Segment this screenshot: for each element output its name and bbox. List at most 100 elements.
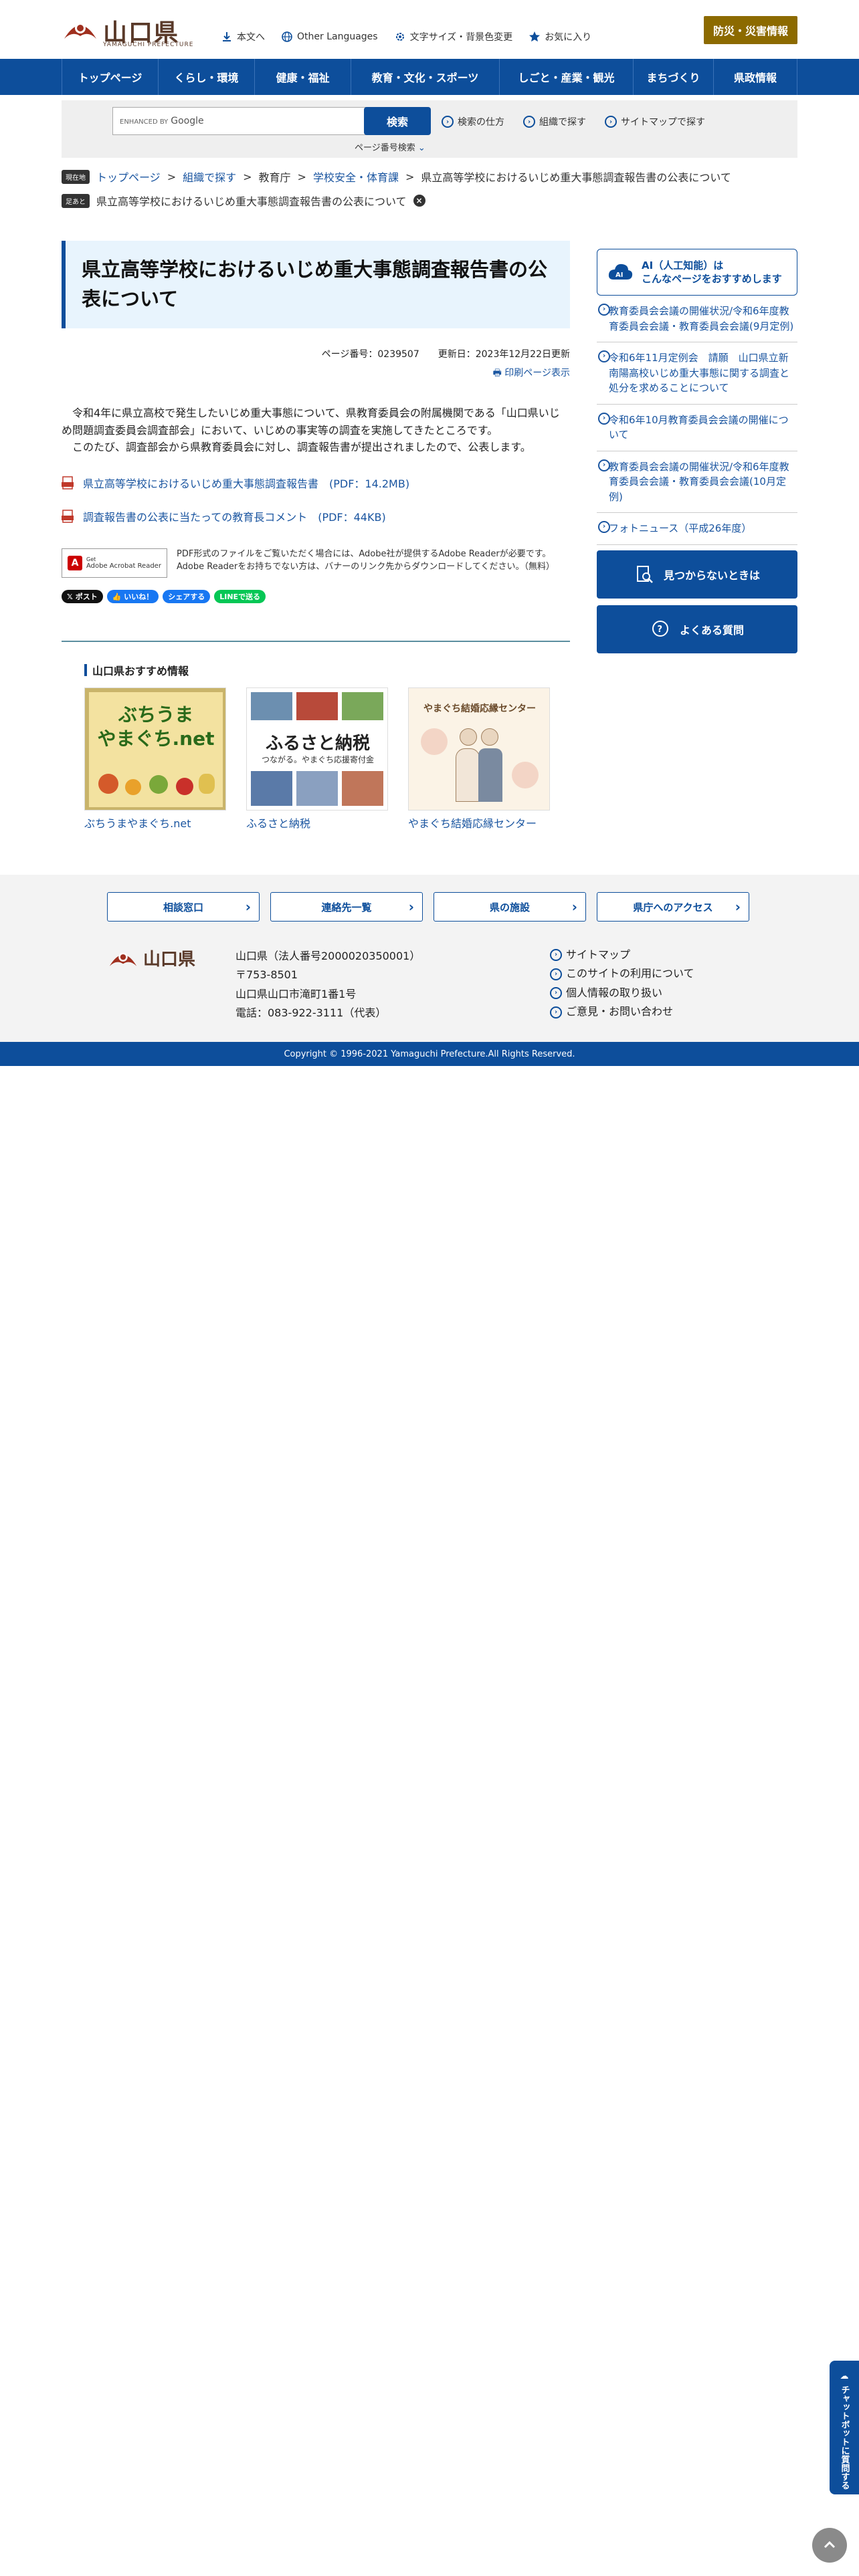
gear-icon	[395, 33, 404, 41]
ai-recommend-item[interactable]: 教育委員会会議の開催状況/令和6年度教育委員会会議・教育委員会会議(9月定例)	[597, 296, 797, 342]
facilities-button[interactable]: 県の施設	[434, 892, 586, 922]
prefecture-emblem-icon	[109, 952, 137, 966]
chatbot-button[interactable]: ☁ チャットボットに質問する	[830, 2361, 859, 2494]
current-location-badge: 現在地	[62, 169, 90, 184]
marriage-center-banner: やまぐち結婚応縁センター	[408, 687, 550, 811]
recommend-item[interactable]: やまぐち結婚応縁センター やまぐち結婚応縁センター	[408, 687, 550, 831]
nav-town[interactable]: まちづくり	[634, 59, 714, 95]
footer-links: › サイトマップ › このサイトの利用について › 個人情報の取り扱い › ご意見・お問…	[550, 946, 694, 1022]
footer-link-terms[interactable]: › このサイトの利用について	[550, 964, 694, 983]
facebook-share-button[interactable]: シェアする	[163, 589, 211, 603]
pdf-link-report[interactable]: 県立高等学校におけるいじめ重大事態調査報告書 (PDF：14.2MB)	[62, 475, 570, 491]
print-label: 印刷ページ表示	[504, 368, 570, 379]
line-send-button[interactable]: LINEで送る	[214, 589, 266, 603]
footer-link-sitemap[interactable]: › サイトマップ	[550, 946, 694, 964]
breadcrumb-edu: 教育庁	[258, 171, 291, 184]
star-icon	[529, 31, 541, 42]
faq-button[interactable]: ? よくある質問	[597, 605, 797, 653]
breadcrumb-current: 県立高等学校におけるいじめ重大事態調査報告書の公表について	[421, 171, 731, 184]
pdf-link-label: 調査報告書の公表に当たっての教育長コメント (PDF：44KB)	[83, 510, 386, 524]
search-by-org-link[interactable]: › 組織で探す	[523, 115, 586, 128]
favorites-label: お気に入り	[545, 32, 592, 43]
access-button[interactable]: 県庁へのアクセス	[597, 892, 749, 922]
chevron-down-icon: ⌄	[417, 143, 425, 153]
pdf-icon	[62, 510, 74, 523]
chevron-right-icon: ›	[550, 987, 562, 1000]
nav-work[interactable]: しごと・産業・観光	[500, 59, 634, 95]
ai-recommend-item[interactable]: 教育委員会会議の開催状況/令和6年度教育委員会会議・教育委員会会議(10月定例)	[597, 451, 797, 513]
nav-education[interactable]: 教育・文化・スポーツ	[351, 59, 500, 95]
contacts-button[interactable]: 連絡先一覧	[270, 892, 423, 922]
adobe-icon: A	[68, 555, 82, 570]
ai-recommend-list: 教育委員会会議の開催状況/令和6年度教育委員会会議・教育委員会会議(9月定例) …	[597, 296, 797, 545]
page-title: 県立高等学校におけるいじめ重大事態調査報告書の公表について	[82, 258, 548, 310]
recommend-heading: 山口県おすすめ情報	[84, 662, 570, 678]
chevron-right-icon: ›	[523, 116, 535, 128]
nav-top[interactable]: トップページ	[62, 59, 159, 95]
nav-living[interactable]: くらし・環境	[159, 59, 255, 95]
facebook-like-button[interactable]: 👍 いいね！	[106, 589, 159, 603]
paragraph: このたび、調査部会から県教育委員会に対し、調査報告書が提出されましたので、公表し…	[62, 441, 531, 454]
ai-recommend-title: AI（人工知能）は こんなページをおすすめします	[642, 259, 782, 285]
ai-recommend-item[interactable]: 令和6年11月定例会 請願 山口県立新南陽高校いじめ重大事態に関する調査と処分を…	[597, 342, 797, 405]
sitemap-search-link[interactable]: › サイトマップで探す	[605, 115, 705, 128]
adobe-reader-banner[interactable]: A Get Adobe Acrobat Reader	[62, 548, 167, 578]
footer-link-contact[interactable]: › ご意見・お問い合わせ	[550, 1002, 694, 1021]
search-button[interactable]: 検索	[364, 107, 431, 135]
page-top-button[interactable]	[812, 2528, 847, 2563]
chevron-right-icon: ›	[550, 1006, 562, 1018]
chevron-right-icon: ›	[605, 116, 617, 128]
social-buttons: 𝕏 ポスト 👍 いいね！ シェアする LINEで送る	[62, 589, 570, 603]
search-input[interactable]: ENHANCED BY Google	[112, 107, 367, 135]
pdf-link-comment[interactable]: 調査報告書の公表に当たっての教育長コメント (PDF：44KB)	[62, 508, 570, 524]
logo-subtitle: YAMAGUCHI PREFECTURE	[103, 41, 194, 48]
footer-link-privacy[interactable]: › 個人情報の取り扱い	[550, 984, 694, 1002]
consultation-button[interactable]: 相談窓口	[107, 892, 260, 922]
svg-text:?: ?	[657, 625, 662, 635]
furusato-banner: ふるさと納税 つながる。やまぐち応援寄付金	[246, 687, 388, 811]
adobe-reader-notice: A Get Adobe Acrobat Reader PDF形式のファイルをご覧い…	[62, 548, 570, 578]
recommend-item[interactable]: ふるさと納税 つながる。やまぐち応援寄付金 ふるさと納税	[246, 687, 388, 831]
x-post-button[interactable]: 𝕏 ポスト	[62, 589, 103, 603]
footer-logo[interactable]: 山口県	[107, 944, 201, 971]
page-meta: ページ番号：0239507 更新日：2023年12月22日更新	[321, 349, 570, 360]
search-help-link[interactable]: › 検索の仕方	[442, 115, 504, 128]
search-document-icon	[636, 565, 653, 583]
recommend-section: 山口県おすすめ情報 ぶちうま やまぐち.net ぶちうまやまぐち.net ふるさ…	[62, 662, 570, 831]
recommend-item[interactable]: ぶちうま やまぐち.net ぶちうまやまぐち.net	[84, 687, 226, 831]
skip-to-content-link[interactable]: 本文へ	[221, 29, 265, 44]
disaster-info-button[interactable]: 防災・災害情報	[704, 16, 797, 44]
breadcrumb-separator: >	[405, 170, 415, 183]
history-item[interactable]: 県立高等学校におけるいじめ重大事態調査報告書の公表について	[96, 193, 407, 209]
search-links: › 検索の仕方 › 組織で探す › サイトマップで探す	[442, 115, 705, 128]
breadcrumb-org[interactable]: 組織で探す	[183, 169, 236, 185]
buchiuma-banner: ぶちうま やまぐち.net	[84, 687, 226, 811]
favorites-link[interactable]: お気に入り	[529, 29, 591, 44]
pdf-link-label: 県立高等学校におけるいじめ重大事態調査報告書 (PDF：14.2MB)	[83, 477, 410, 490]
question-bubble-icon: ?	[652, 620, 668, 637]
page-number-search-label: ページ番号検索	[355, 143, 415, 153]
close-icon[interactable]: ×	[413, 195, 425, 207]
nav-health[interactable]: 健康・福祉	[255, 59, 351, 95]
site-logo[interactable]: 山口県 YAMAGUCHI PREFECTURE	[62, 12, 195, 49]
page-number-search-toggle[interactable]: ページ番号検索 ⌄	[355, 140, 425, 153]
breadcrumb-top[interactable]: トップページ	[96, 169, 161, 185]
nav-prefgov[interactable]: 県政情報	[714, 59, 797, 95]
chevron-up-icon	[824, 2541, 836, 2549]
chat-cloud-icon: ☁	[839, 2371, 850, 2381]
breadcrumb-section[interactable]: 学校安全・体育課	[313, 169, 399, 185]
ai-recommend-item[interactable]: フォトニュース（平成26年度）	[597, 513, 797, 545]
utility-links: 本文へ Other Languages 文字サイズ・背景色変更 お気に入り	[221, 29, 591, 44]
recommend-caption: ぶちうまやまぐち.net	[84, 817, 191, 830]
google-tag: ENHANCED BY Google	[120, 116, 204, 126]
copyright: Copyright © 1996-2021 Yamaguchi Prefectu…	[0, 1042, 859, 1066]
ai-recommend-item[interactable]: 令和6年10月教育委員会会議の開催について	[597, 405, 797, 451]
global-nav: トップページ くらし・環境 健康・福祉 教育・文化・スポーツ しごと・産業・観光…	[0, 59, 859, 95]
other-languages-link[interactable]: Other Languages	[281, 29, 378, 44]
not-found-button[interactable]: 見つからないときは	[597, 550, 797, 599]
main-content: 県立高等学校におけるいじめ重大事態調査報告書の公表について ページ番号：0239…	[62, 241, 570, 831]
text-size-link[interactable]: 文字サイズ・背景色変更	[394, 29, 512, 44]
site-footer: 相談窓口 連絡先一覧 県の施設 県庁へのアクセス 山口県 山口県（法人番号200…	[0, 875, 859, 1042]
print-link[interactable]: 🖶 印刷ページ表示	[62, 366, 570, 382]
adobe-banner-text: Get Adobe Acrobat Reader	[86, 556, 161, 570]
